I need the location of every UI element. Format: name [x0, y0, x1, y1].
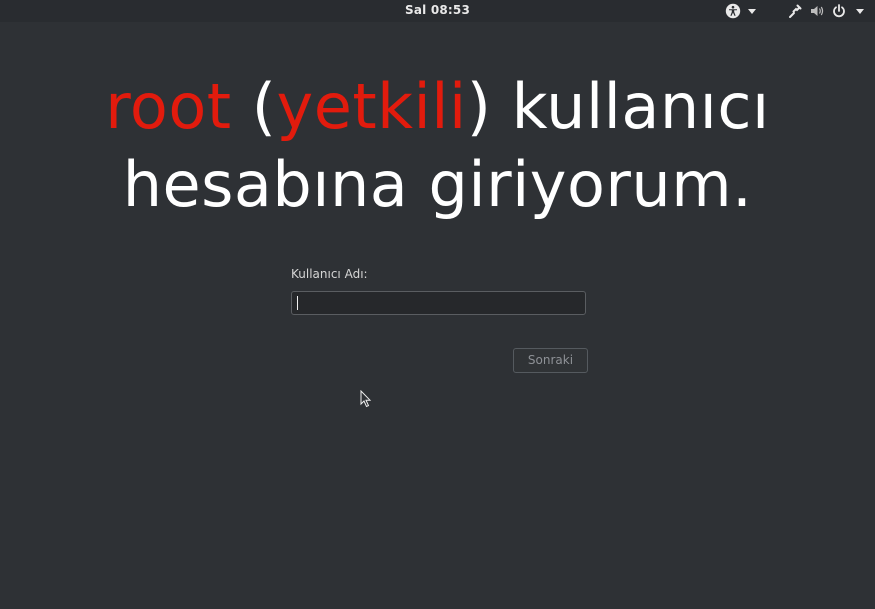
chevron-down-icon — [748, 8, 756, 14]
username-label: Kullanıcı Adı: — [291, 267, 368, 281]
text-cursor — [297, 296, 298, 310]
username-input[interactable] — [291, 291, 586, 315]
network-icon — [787, 3, 803, 19]
system-menu[interactable] — [787, 2, 864, 20]
power-icon — [831, 3, 847, 19]
headline-line-2: hesabına giriyorum. — [122, 148, 753, 221]
headline-paren-open: ( — [231, 70, 277, 143]
headline-line-1: root (yetkili) kullanıcı — [0, 68, 875, 146]
headline-paren-close: ) — [466, 70, 492, 143]
login-screen: Sal 08:53 root (yetkili) kullanıcı hesab… — [0, 0, 875, 609]
accessibility-icon — [725, 3, 741, 19]
next-button[interactable]: Sonraki — [513, 348, 588, 373]
top-bar: Sal 08:53 — [0, 0, 875, 22]
accessibility-menu[interactable] — [725, 2, 756, 20]
headline-yetkili-word: yetkili — [276, 70, 467, 143]
headline-overlay: root (yetkili) kullanıcı hesabına giriyo… — [0, 68, 875, 224]
mouse-pointer-icon — [360, 389, 372, 412]
volume-icon — [809, 3, 825, 19]
chevron-down-icon — [856, 8, 864, 14]
headline-root-word: root — [105, 70, 232, 143]
headline-rest-line-1: kullanıcı — [491, 70, 770, 143]
